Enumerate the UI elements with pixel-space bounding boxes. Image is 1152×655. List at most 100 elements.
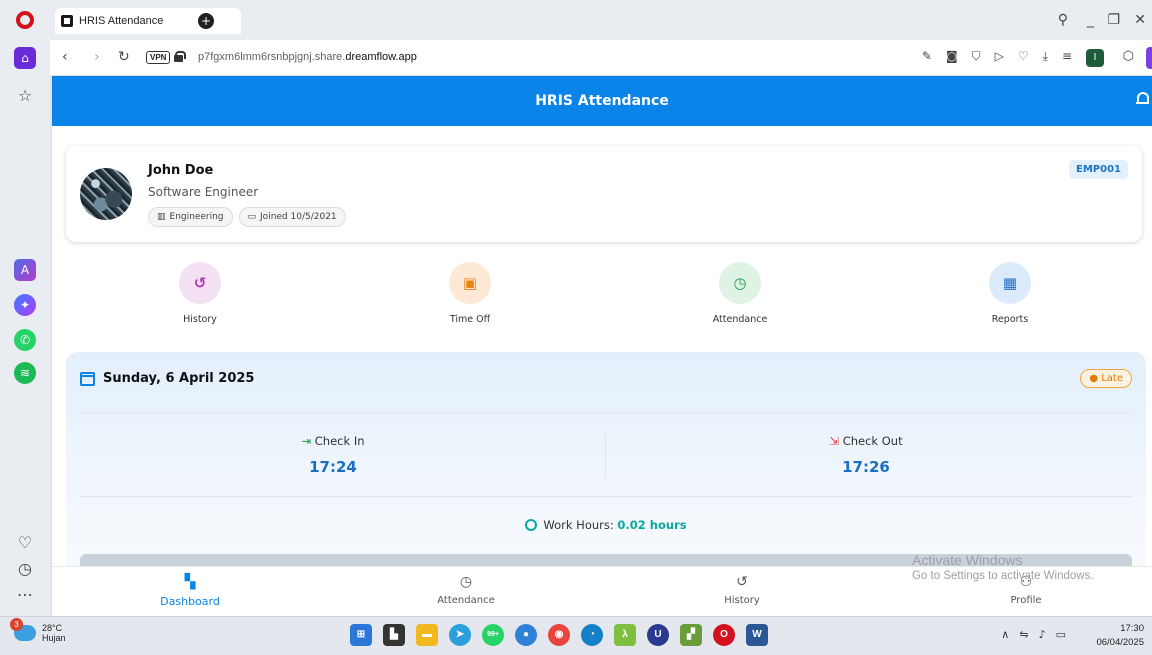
home-icon[interactable]: ⌂ [14, 47, 36, 69]
nav-history[interactable]: ↺ History [682, 574, 802, 606]
employee-id-badge: EMP001 [1069, 160, 1128, 179]
upwork-icon[interactable]: U [647, 624, 669, 646]
divider [80, 412, 1132, 413]
check-out-time: 17:26 [842, 458, 890, 476]
employee-role: Software Engineer [148, 185, 259, 199]
telegram-icon[interactable]: ➤ [449, 624, 471, 646]
word-icon[interactable]: W [746, 624, 768, 646]
url-field[interactable]: p7fgxm6lmm6rsnbpjgnj.share.dreamflow.app [198, 51, 417, 63]
bell-icon[interactable] [1136, 92, 1149, 106]
more-icon[interactable]: ⋯ [13, 582, 37, 606]
quick-action-time-off[interactable]: ▣ Time Off [410, 262, 530, 325]
check-in-block: ⇥ Check In 17:24 [183, 434, 483, 476]
taskbar-apps: ⊞ ▙ ▬ ➤ 99+ ● ◉ ◔ λ U ▞ O W [350, 624, 768, 646]
back-icon[interactable]: ‹ [62, 49, 68, 65]
activate-windows-watermark: Activate Windows Go to Settings to activ… [912, 552, 1094, 582]
network-icon[interactable]: ⇋ [1019, 628, 1028, 641]
chart-app-icon[interactable]: ▞ [680, 624, 702, 646]
weather-icon: 3 [10, 618, 36, 641]
joined-chip: ▭ Joined 10/5/2021 [238, 207, 346, 227]
quick-action-history[interactable]: ↺ History [140, 262, 260, 325]
quick-action-attendance[interactable]: ◷ Attendance [680, 262, 800, 325]
work-hours: Work Hours: 0.02 hours [66, 518, 1146, 532]
opera-taskbar-icon[interactable]: O [713, 624, 735, 646]
clock-icon: ◷ [719, 262, 761, 304]
nav-attendance[interactable]: ◷ Attendance [406, 574, 526, 606]
close-icon[interactable]: ✕ [1134, 12, 1146, 28]
app-icon[interactable]: ● [515, 624, 537, 646]
profile-badge[interactable]: I [1086, 49, 1104, 67]
browser-sidebar: ⌂ ☆ A ✦ ✆ ≋ ♡ ◷ ⋯ [0, 0, 50, 616]
weather-widget[interactable]: 3 28°C Hujan [10, 618, 66, 643]
heart-icon[interactable]: ♡ [13, 530, 37, 554]
reload-icon[interactable]: ↻ [118, 49, 130, 65]
star-icon[interactable]: ☆ [13, 83, 37, 107]
department-chip: ▥ Engineering [148, 207, 233, 227]
system-tray: ∧ ⇋ ♪ ▭ [1001, 628, 1066, 641]
edit-icon[interactable]: ✎ [922, 49, 932, 64]
history-sidebar-icon[interactable]: ◷ [13, 556, 37, 580]
calendar-check-icon: ▣ [449, 262, 491, 304]
edge-icon[interactable]: ◔ [581, 624, 603, 646]
toolbar-icons: ✎ ◙ ⛉ ▷ ♡ ⤓ ≡ [922, 49, 1072, 64]
login-icon: ⇥ [301, 434, 312, 448]
avatar [80, 168, 132, 220]
app-viewport: HRIS Attendance John Doe Software Engine… [52, 76, 1152, 616]
profile-card: John Doe Software Engineer ▥ Engineering… [66, 146, 1142, 242]
search-icon[interactable]: ⚲ [1058, 12, 1068, 28]
check-in-time: 17:24 [309, 458, 357, 476]
quick-action-reports[interactable]: ▦ Reports [950, 262, 1070, 325]
app-bar: HRIS Attendance [52, 76, 1152, 126]
favorite-icon[interactable]: ♡ [1018, 49, 1029, 64]
sidebar-toggle[interactable] [1146, 47, 1152, 69]
tab-strip: HRIS Attendance + ⚲ _ ❐ ✕ [50, 0, 1152, 40]
vertical-divider [605, 434, 606, 478]
history-icon: ↺ [179, 262, 221, 304]
chevron-up-icon[interactable]: ∧ [1001, 628, 1009, 641]
calendar-icon [80, 371, 95, 386]
chrome-icon[interactable]: ◉ [548, 624, 570, 646]
favicon-icon [61, 15, 73, 27]
volume-icon[interactable]: ♪ [1039, 628, 1046, 641]
logout-icon: ⇲ [829, 434, 840, 448]
spotify-icon[interactable]: ≋ [14, 362, 36, 384]
menu-icon[interactable]: ≡ [1062, 49, 1072, 64]
download-icon[interactable]: ⤓ [1043, 49, 1048, 64]
lambda-icon[interactable]: λ [614, 624, 636, 646]
opera-logo-icon[interactable] [13, 8, 37, 32]
shield-icon[interactable]: ⛉ [972, 49, 981, 64]
clock-icon [525, 519, 538, 531]
messenger-icon[interactable]: ✦ [14, 294, 36, 316]
battery-icon[interactable]: ▭ [1056, 628, 1066, 641]
taskbar-clock[interactable]: 17:30 06/04/2025 [1096, 622, 1144, 650]
date-row: Sunday, 6 April 2025 [80, 371, 254, 386]
clock-icon: ◷ [459, 574, 473, 590]
building-icon: ▥ [157, 212, 166, 222]
whatsapp-icon[interactable]: ✆ [14, 329, 36, 351]
play-icon[interactable]: ▷ [995, 49, 1004, 64]
address-bar: ‹ › ↻ VPN p7fgxm6lmm6rsnbpjgnj.share.dre… [50, 40, 1152, 76]
extensions-icon[interactable]: ⬡ [1123, 49, 1134, 64]
check-out-block: ⇲ Check Out 17:26 [716, 434, 1016, 476]
lock-icon[interactable] [174, 51, 186, 62]
start-icon[interactable]: ⊞ [350, 624, 372, 646]
restore-icon[interactable]: ❐ [1107, 12, 1120, 28]
app-title: HRIS Attendance [535, 93, 669, 109]
chart-icon: ▦ [989, 262, 1031, 304]
tab-title: HRIS Attendance [79, 15, 164, 27]
task-view-icon[interactable]: ▙ [383, 624, 405, 646]
minimize-icon[interactable]: _ [1087, 12, 1094, 28]
forward-icon[interactable]: › [94, 49, 100, 65]
taskbar: 3 28°C Hujan ⊞ ▙ ▬ ➤ 99+ ● ◉ ◔ λ U ▞ O W… [0, 616, 1152, 655]
camera-icon[interactable]: ◙ [946, 49, 958, 64]
new-tab-button[interactable]: + [198, 13, 214, 29]
attendance-date: Sunday, 6 April 2025 [103, 371, 255, 386]
employee-name: John Doe [148, 163, 214, 178]
file-explorer-icon[interactable]: ▬ [416, 624, 438, 646]
vpn-badge[interactable]: VPN [146, 51, 171, 64]
dashboard-icon: ▚ [184, 574, 196, 590]
aria-icon[interactable]: A [14, 259, 36, 281]
nav-dashboard[interactable]: ▚ Dashboard [130, 574, 250, 608]
whatsapp-taskbar-icon[interactable]: 99+ [482, 624, 504, 646]
history-icon: ↺ [736, 574, 748, 590]
